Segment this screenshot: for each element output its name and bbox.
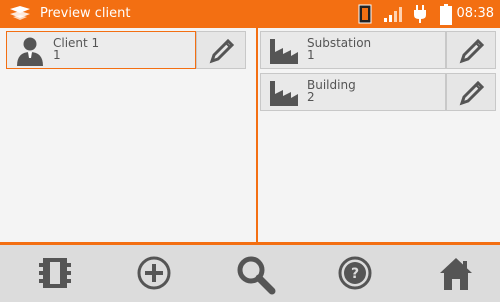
battery-icon: [440, 4, 452, 25]
client-person-icon: [17, 37, 43, 66]
pencil-icon: [459, 80, 485, 106]
search-button[interactable]: [204, 245, 304, 302]
help-button[interactable]: ?: [305, 245, 405, 302]
home-icon: [440, 258, 472, 290]
factory-icon: [270, 39, 298, 64]
help-icon: ?: [338, 256, 372, 290]
status-bar: Preview client 08:38: [0, 0, 500, 28]
home-button[interactable]: [405, 245, 500, 302]
object-number: 1: [307, 48, 315, 62]
memory-icon: [39, 258, 71, 288]
client-item-1[interactable]: Client 1 1: [6, 31, 196, 69]
memory-card-icon: [358, 4, 372, 24]
add-button[interactable]: [104, 245, 204, 302]
client-number: 1: [53, 48, 61, 62]
edit-building-button[interactable]: [446, 73, 496, 111]
object-number: 2: [307, 90, 315, 104]
edit-client-button[interactable]: [196, 31, 246, 69]
object-name: Substation: [307, 36, 372, 50]
svg-text:?: ?: [351, 266, 359, 282]
memory-button[interactable]: [5, 245, 105, 302]
window-title: Preview client: [40, 6, 131, 21]
add-icon: [137, 256, 171, 290]
signal-icon: [384, 7, 402, 22]
object-item-substation[interactable]: Substation 1: [260, 31, 446, 69]
edit-substation-button[interactable]: [446, 31, 496, 69]
power-plug-icon: [414, 5, 426, 23]
factory-icon: [270, 81, 298, 106]
bottom-toolbar: ?: [0, 245, 500, 302]
pencil-icon: [459, 38, 485, 64]
app-logo-icon: [10, 6, 30, 20]
clock: 08:38: [456, 6, 494, 21]
object-item-building[interactable]: Building 2: [260, 73, 446, 111]
pencil-icon: [209, 38, 235, 64]
search-icon: [237, 256, 276, 295]
